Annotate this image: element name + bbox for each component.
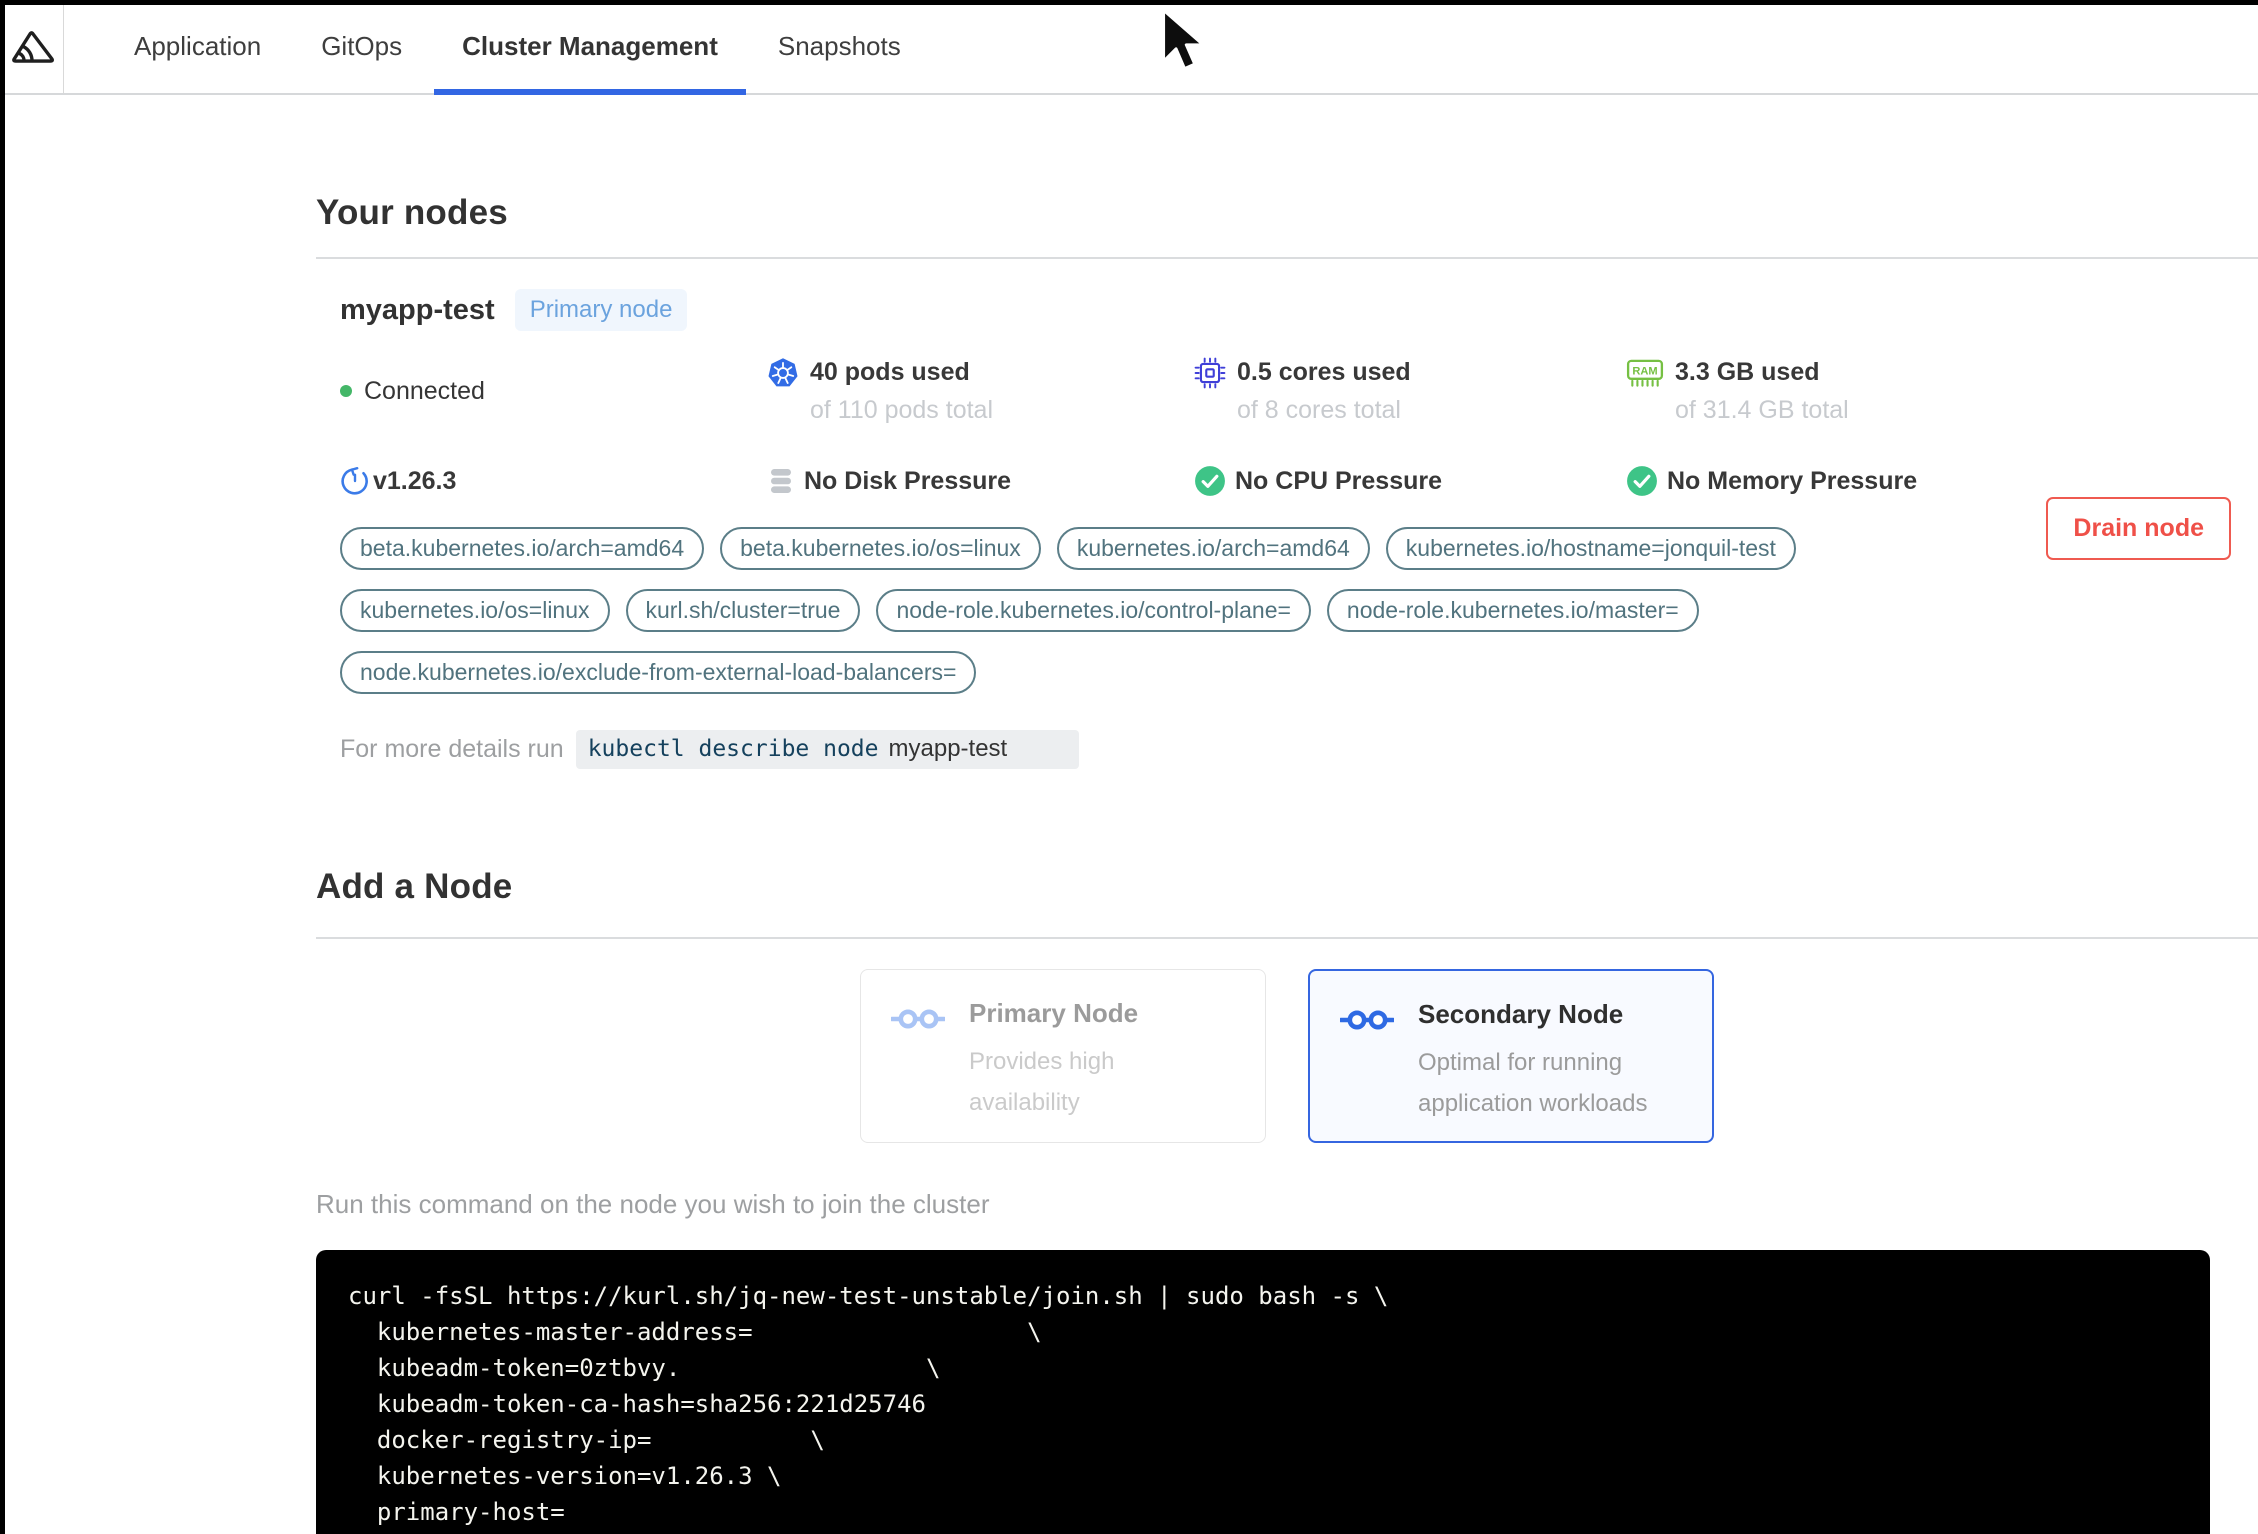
kubernetes-version: v1.26.3 [340, 465, 767, 497]
ram-icon: RAM [1626, 357, 1664, 389]
node-labels: beta.kubernetes.io/arch=amd64 beta.kuber… [340, 527, 2040, 694]
join-command-instruction: Run this command on the node you wish to… [316, 1189, 990, 1219]
divider [316, 937, 2258, 939]
memory-pressure-condition: No Memory Pressure [1626, 465, 2258, 497]
join-command-code-block: curl -fsSL https://kurl.sh/jq-new-test-u… [316, 1250, 2210, 1534]
code-line: primary-host= [348, 1498, 565, 1526]
connected-label: Connected [364, 376, 485, 405]
check-circle-icon [1626, 465, 1658, 497]
secondary-node-option-desc: Optimal for running application workload… [1418, 1049, 1648, 1117]
node-label-pill: node-role.kubernetes.io/master= [1326, 589, 1699, 632]
window-left-edge [0, 0, 5, 1534]
code-line: kubeadm-token-ca-hash=sha256:221d25746 [348, 1390, 926, 1418]
node-type-options: Primary Node Provides high availability … [316, 969, 2258, 1143]
code-line: kubernetes-master-address= \ [348, 1318, 1042, 1346]
cluster-management-page: Your nodes myapp-test Primary node Conne… [0, 193, 2258, 1534]
cores-used-value: 0.5 cores used [1237, 358, 1411, 386]
node-details-line: For more details run kubectl describe no… [340, 730, 2258, 769]
svg-text:RAM: RAM [1632, 366, 1657, 378]
kubectl-node-name: myapp-test [888, 735, 1008, 762]
cpu-pressure-condition: No CPU Pressure [1194, 465, 1626, 497]
node-status: Connected [340, 357, 767, 425]
nav-tabs: Application GitOps Cluster Management Sn… [106, 0, 933, 95]
window-top-edge [0, 0, 2258, 5]
node-label-pill: kubernetes.io/arch=amd64 [1056, 527, 1370, 570]
code-line: kubeadm-token=0ztbvy. \ [348, 1354, 941, 1382]
cpu-pressure-label: No CPU Pressure [1235, 466, 1443, 495]
memory-total-label: of 31.4 GB total [1675, 396, 1849, 424]
node-label-pill: node.kubernetes.io/exclude-from-external… [340, 651, 977, 694]
primary-node-option-desc: Provides high availability [969, 1048, 1115, 1116]
memory-used-value: 3.3 GB used [1675, 358, 1820, 386]
linked-nodes-icon [1340, 1005, 1394, 1141]
cores-total-label: of 8 cores total [1237, 396, 1401, 424]
details-prefix-label: For more details run [340, 735, 564, 763]
top-navbar: Application GitOps Cluster Management Sn… [0, 0, 2258, 95]
tab-snapshots[interactable]: Snapshots [750, 0, 929, 93]
primary-node-option-title: Primary Node [969, 998, 1139, 1028]
replicated-logo-icon [0, 0, 64, 93]
tab-gitops[interactable]: GitOps [293, 0, 430, 93]
version-refresh-icon [340, 466, 370, 496]
kubectl-command-text: kubectl describe node [587, 736, 879, 762]
disk-icon [767, 466, 795, 496]
node-label-pill: beta.kubernetes.io/os=linux [720, 527, 1041, 570]
drain-node-button[interactable]: Drain node [2046, 497, 2231, 560]
node-card: myapp-test Primary node Connected 40 pod… [316, 289, 2258, 769]
disk-pressure-label: No Disk Pressure [804, 466, 1012, 495]
linked-nodes-icon [891, 1004, 945, 1142]
node-label-pill: node-role.kubernetes.io/control-plane= [876, 589, 1311, 632]
connected-dot-icon [340, 385, 352, 397]
cpu-chip-icon [1194, 357, 1226, 389]
code-line: docker-registry-ip= \ [348, 1426, 825, 1454]
check-circle-icon [1194, 465, 1226, 497]
pods-stat: 40 pods used of 110 pods total [767, 357, 1194, 425]
node-label-pill: kubernetes.io/hostname=jonquil-test [1385, 527, 1796, 570]
node-stats-row: Connected 40 pods used of 110 pods total… [340, 357, 2258, 425]
your-nodes-title: Your nodes [316, 193, 508, 232]
kubectl-describe-chip: kubectl describe node myapp-test [575, 730, 1080, 769]
memory-stat: RAM 3.3 GB used of 31.4 GB total [1626, 357, 2258, 425]
node-conditions-row: v1.26.3 No Disk Pressure No CPU Pressure… [340, 465, 2258, 497]
tab-application[interactable]: Application [106, 0, 289, 93]
primary-node-badge: Primary node [514, 289, 688, 331]
add-node-title: Add a Node [316, 867, 513, 906]
memory-pressure-label: No Memory Pressure [1667, 466, 1918, 495]
divider [316, 257, 2258, 259]
node-name: myapp-test [340, 293, 495, 326]
cores-stat: 0.5 cores used of 8 cores total [1194, 357, 1626, 425]
primary-node-option[interactable]: Primary Node Provides high availability [860, 969, 1266, 1143]
pods-used-value: 40 pods used [810, 358, 970, 386]
tab-cluster-management[interactable]: Cluster Management [434, 0, 746, 95]
kubernetes-pods-icon [767, 357, 799, 389]
disk-pressure-condition: No Disk Pressure [767, 465, 1194, 497]
code-line: curl -fsSL https://kurl.sh/jq-new-test-u… [348, 1282, 1389, 1310]
node-label-pill: kurl.sh/cluster=true [625, 589, 861, 632]
node-label-pill: beta.kubernetes.io/arch=amd64 [340, 527, 705, 570]
version-label: v1.26.3 [373, 466, 457, 495]
secondary-node-option[interactable]: Secondary Node Optimal for running appli… [1308, 969, 1714, 1143]
code-line: kubernetes-version=v1.26.3 \ [348, 1462, 782, 1490]
node-label-pill: kubernetes.io/os=linux [340, 589, 610, 632]
secondary-node-option-title: Secondary Node [1418, 999, 1624, 1029]
pods-total-label: of 110 pods total [810, 396, 994, 424]
